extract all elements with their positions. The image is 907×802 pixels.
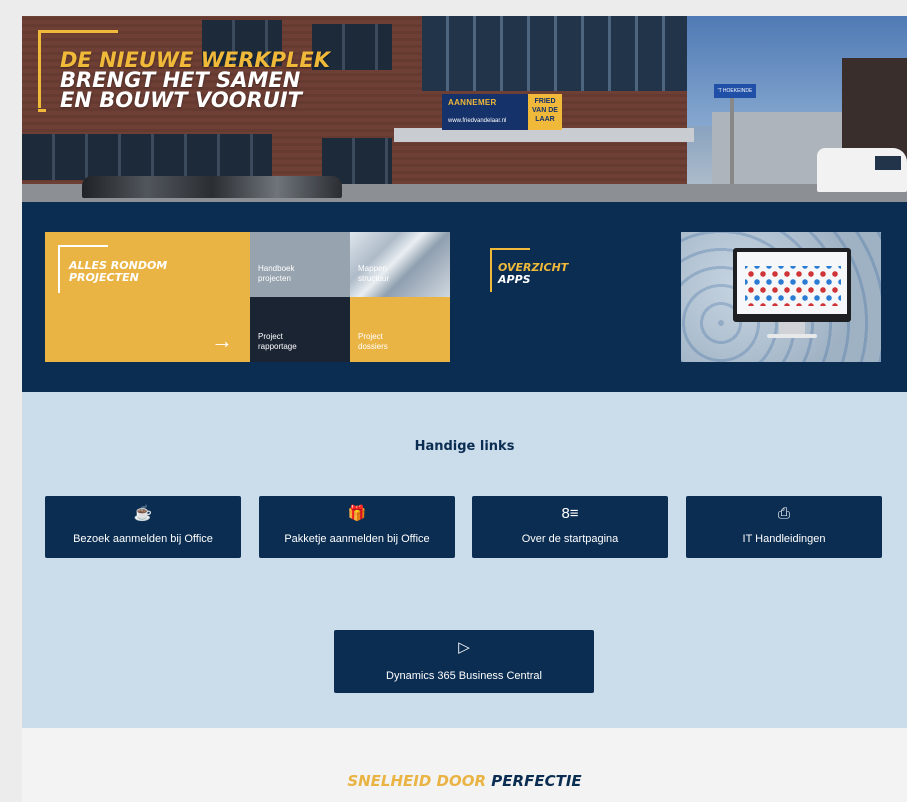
apps-title[interactable]: OVERZICHT APPS: [498, 262, 568, 286]
sign-name-line: FRIED: [534, 98, 556, 105]
company-sign-name: FRIED VAN DE LAAR: [530, 97, 560, 127]
hero-headline-line3: EN BOUWT VOORUIT: [60, 88, 302, 112]
tile-label: Project dossiers: [358, 332, 388, 352]
sign-url-text: www.friedvandelaar.nl: [448, 118, 507, 124]
tile-label: Handboek projecten: [258, 264, 294, 284]
hero-window: [22, 134, 272, 180]
tile-label-line1: Handboek: [258, 264, 295, 273]
tile-label-line2: projecten: [258, 274, 291, 283]
tile-label-line1: Mappen: [358, 264, 387, 273]
bezoek-aanmelden-button[interactable]: ☕ Bezoek aanmelden bij Office: [45, 496, 241, 558]
dynamics-logo-icon: ▷: [458, 639, 470, 656]
sign-name-line: LAAR: [535, 116, 555, 123]
apps-title-line2: APPS: [498, 273, 531, 286]
projects-main-tile[interactable]: ALLES RONDOM PROJECTEN →: [45, 232, 250, 362]
tile-project-dossiers[interactable]: Project dossiers: [350, 297, 450, 362]
slogan-part1: SNELHEID DOOR: [347, 772, 487, 790]
arrow-right-icon[interactable]: →: [211, 330, 233, 352]
monitor-icon: [733, 248, 851, 322]
company-sign-left: AANNEMER www.friedvandelaar.nl: [442, 94, 528, 130]
contact-list-icon: 8≡: [561, 505, 579, 522]
tile-handboek-projecten[interactable]: Handboek projecten: [250, 232, 350, 297]
hero-pole: [730, 88, 734, 198]
tile-label-line1: Project: [358, 332, 383, 341]
projects-title-line2: PROJECTEN: [69, 271, 139, 284]
apps-overview-image[interactable]: [681, 232, 881, 362]
hero-banner: 'T HOEKEINDE AANNEMER www.friedvandelaar…: [22, 16, 907, 202]
feature-band: ALLES RONDOM PROJECTEN → Handboek projec…: [22, 202, 907, 392]
app-grid: [745, 266, 841, 306]
tile-label: Mappen structuur: [358, 264, 389, 284]
download-book-icon: ⎙: [777, 505, 790, 522]
dynamics-365-button[interactable]: ▷ Dynamics 365 Business Central: [334, 630, 594, 693]
it-handleidingen-button[interactable]: ⎙ IT Handleidingen: [686, 496, 882, 558]
coffee-cup-icon: ☕: [133, 505, 153, 522]
sign-name-line: VAN DE: [532, 107, 558, 114]
button-label: Dynamics 365 Business Central: [386, 670, 542, 682]
hero-glass-facade: [422, 16, 687, 91]
links-title: Handige links: [414, 439, 515, 454]
hero-van: [817, 148, 907, 192]
button-label: Bezoek aanmelden bij Office: [73, 533, 213, 545]
over-de-startpagina-button[interactable]: 8≡ Over de startpagina: [472, 496, 668, 558]
projects-title: ALLES RONDOM PROJECTEN: [69, 260, 167, 284]
button-label: IT Handleidingen: [742, 533, 826, 545]
tile-label-line2: dossiers: [358, 342, 388, 351]
tile-label: Project rapportage: [258, 332, 297, 352]
sign-aannemer-text: AANNEMER: [448, 98, 497, 107]
tile-project-rapportage[interactable]: Project rapportage: [250, 297, 350, 362]
hero-headline-line2: BRENGT HET SAMEN: [60, 68, 301, 92]
hero-headline: DE NIEUWE WERKPLEK BRENGT HET SAMEN EN B…: [60, 48, 331, 112]
tile-label-line1: Project: [258, 332, 283, 341]
footer-slogan: SNELHEID DOOR PERFECTIE: [22, 772, 907, 790]
projects-card: ALLES RONDOM PROJECTEN → Handboek projec…: [45, 232, 450, 362]
monitor-screen: [737, 252, 847, 314]
company-sign: AANNEMER www.friedvandelaar.nl FRIED VAN…: [442, 94, 562, 130]
handy-links-section: Handige links ☕ Bezoek aanmelden bij Off…: [22, 392, 907, 728]
button-label: Pakketje aanmelden bij Office: [284, 533, 430, 545]
gift-icon: 🎁: [347, 505, 367, 522]
hero-cars: [82, 176, 342, 198]
monitor-stand: [779, 322, 805, 334]
street-sign: 'T HOEKEINDE: [714, 84, 756, 98]
page-frame: 'T HOEKEINDE AANNEMER www.friedvandelaar…: [22, 16, 907, 802]
button-label: Over de startpagina: [521, 533, 619, 545]
hero-headline-line1: DE NIEUWE WERKPLEK: [60, 48, 331, 72]
slogan-part2: PERFECTIE: [491, 772, 582, 790]
tile-mappen-structuur[interactable]: Mappen structuur: [350, 232, 450, 297]
footer: SNELHEID DOOR PERFECTIE: [22, 728, 907, 802]
tile-label-line2: rapportage: [258, 342, 297, 351]
pakketje-aanmelden-button[interactable]: 🎁 Pakketje aanmelden bij Office: [259, 496, 455, 558]
monitor-base: [767, 334, 817, 338]
hero-canopy: [394, 128, 694, 142]
tile-label-line2: structuur: [358, 274, 390, 283]
